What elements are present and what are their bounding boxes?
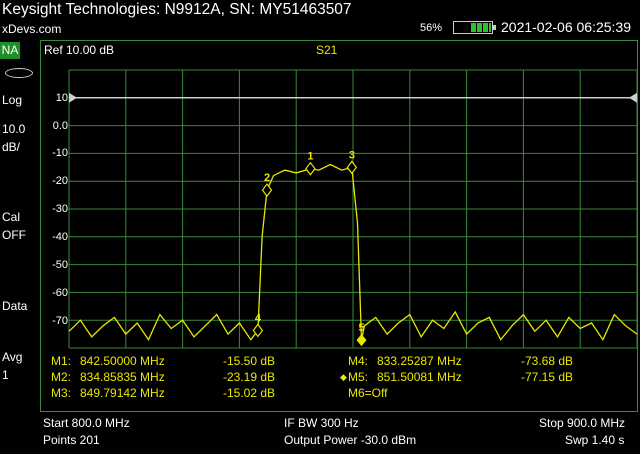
marker-4-value: -73.68 dB [521, 354, 574, 368]
start-freq[interactable]: Start 800.0 MHz [43, 416, 130, 430]
output-power[interactable]: Output Power -30.0 dBm [284, 433, 416, 447]
marker-label: 3 [349, 149, 355, 161]
marker-6-label[interactable]: M6=Off [348, 386, 387, 400]
marker-diamond [356, 334, 367, 347]
marker-diamond [261, 183, 273, 198]
marker-2-freq: 834.85835 MHz [80, 370, 165, 384]
marker-table: M1: 842.50000 MHz -15.50 dB M2: 834.8583… [43, 350, 637, 402]
marker-label: 4 [255, 312, 262, 324]
marker-label: 2 [264, 172, 270, 184]
marker-4-label[interactable]: M4: [348, 354, 368, 368]
marker-3-freq: 849.79142 MHz [80, 386, 165, 400]
sweep-time[interactable]: Swp 1.40 s [565, 433, 624, 447]
points-count[interactable]: Points 201 [43, 433, 100, 447]
if-bandwidth[interactable]: IF BW 300 Hz [284, 416, 359, 430]
marker-2-label[interactable]: M2: [51, 370, 71, 384]
marker-1-label[interactable]: M1: [51, 354, 71, 368]
marker-4-freq: 833.25287 MHz [377, 354, 462, 368]
bottom-bar: Start 800.0 MHz IF BW 300 Hz Stop 900.0 … [0, 412, 640, 454]
marker-3-label[interactable]: M3: [51, 386, 71, 400]
marker-label: 5 [359, 322, 365, 334]
marker-1-value: -15.50 dB [223, 354, 276, 368]
reference-left-arrow [69, 92, 77, 103]
marker-diamond [346, 160, 358, 175]
marker-1-freq: 842.50000 MHz [80, 354, 165, 368]
marker-2-value: -23.19 dB [223, 370, 276, 384]
reference-right-arrow [629, 92, 637, 103]
marker-5-label[interactable]: M5: [348, 370, 368, 384]
marker-label: 1 [307, 151, 313, 163]
marker-5-freq: 851.50081 MHz [377, 370, 462, 384]
marker-5-value: -77.15 dB [521, 370, 574, 384]
stop-freq[interactable]: Stop 900.0 MHz [539, 416, 625, 430]
marker-diamond [305, 161, 316, 176]
marker-3-value: -15.02 dB [223, 386, 276, 400]
active-marker-icon: ◆ [340, 372, 347, 382]
